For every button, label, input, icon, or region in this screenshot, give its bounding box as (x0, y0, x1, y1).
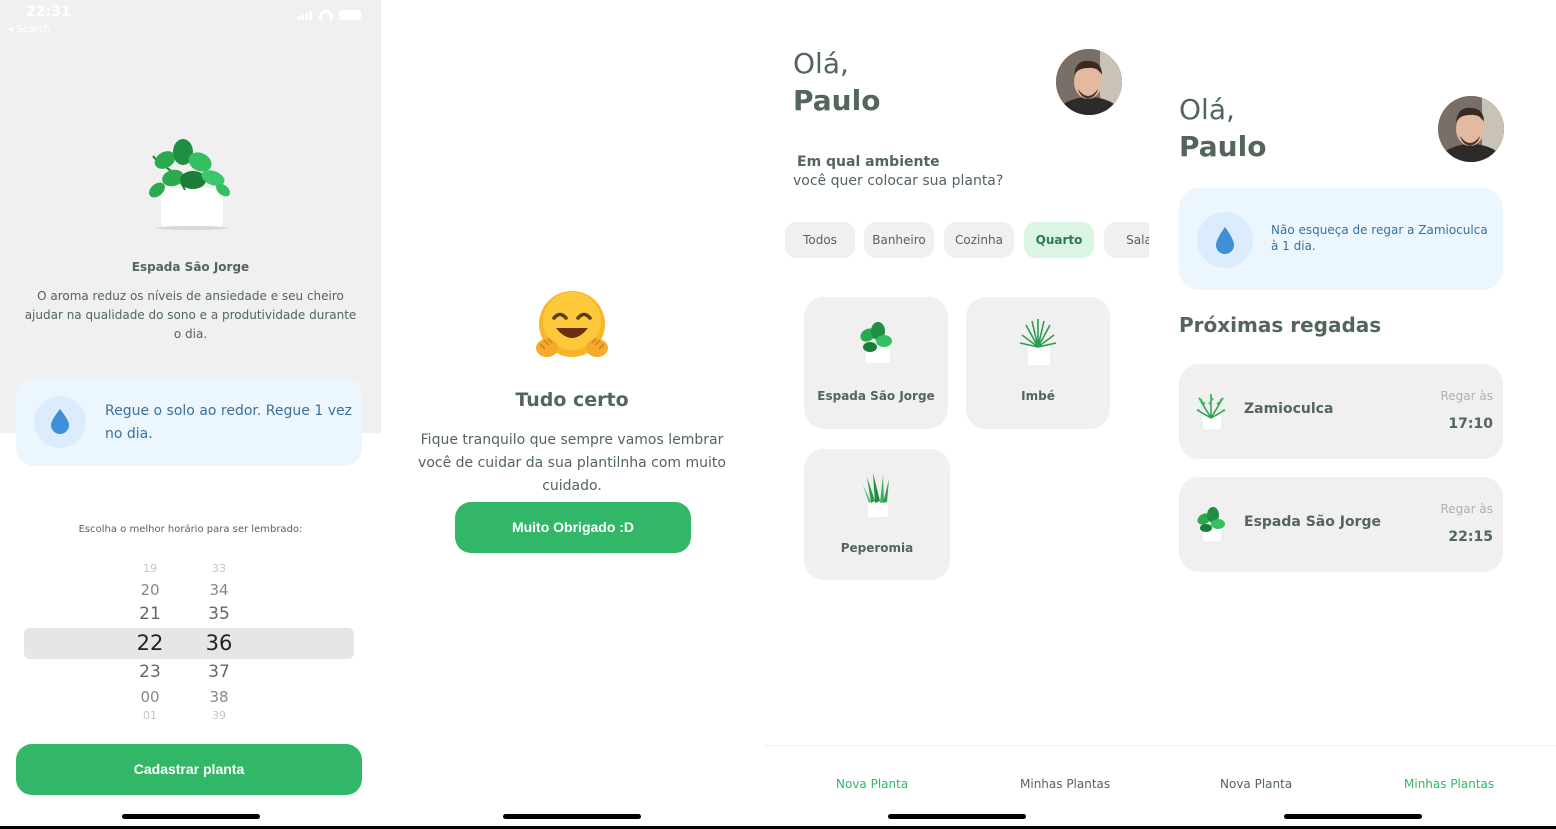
status-bar: 22:31 ◂ Search (0, 0, 381, 40)
battery-icon (339, 10, 361, 20)
environment-question-title: Em qual ambiente (797, 154, 940, 170)
watering-time: 22:15 (1448, 529, 1493, 545)
back-to-search-link[interactable]: ◂ Search (8, 24, 51, 35)
status-icons (297, 10, 361, 20)
confirmation-title: Tudo certo (515, 389, 629, 411)
minute-option-selected[interactable]: 36 (194, 631, 244, 655)
tab-minhas-plantas[interactable]: Minhas Plantas (1404, 777, 1494, 791)
thank-you-button[interactable]: Muito Obrigado :D (455, 502, 691, 553)
hugging-face-emoji-icon (534, 288, 610, 364)
time-picker-selection (24, 628, 354, 659)
time-picker[interactable]: 19 20 21 22 23 00 01 33 34 35 36 37 38 3… (24, 558, 354, 724)
register-plant-button[interactable]: Cadastrar planta (16, 744, 362, 795)
hour-option[interactable]: 00 (125, 688, 175, 706)
environment-chip-quarto[interactable]: Quarto (1024, 222, 1094, 258)
minute-option[interactable]: 35 (194, 604, 244, 624)
pothos-plant-icon (145, 138, 235, 233)
home-indicator (121, 814, 260, 819)
minute-option[interactable]: 34 (194, 581, 244, 599)
confirmation-screen: Tudo certo Fique tranquilo que sempre va… (384, 0, 760, 826)
environment-question-subtitle: você quer colocar sua planta? (793, 173, 1004, 189)
confirmation-message: Fique tranquilo que sempre vamos lembrar… (418, 432, 726, 494)
home-indicator (1283, 814, 1422, 819)
environment-chip-todos[interactable]: Todos (785, 222, 855, 258)
water-tip-card: Regue o solo ao redor. Regue 1 vez no di… (16, 378, 362, 466)
plant-name: Espada São Jorge (131, 260, 250, 274)
upcoming-waterings-title: Próximas regadas (1179, 313, 1382, 337)
water-drop-icon (1216, 227, 1234, 254)
my-plants-screen: Olá, Paulo Não esqueça de regar a Zamioc… (1149, 0, 1556, 826)
environment-chip-cozinha[interactable]: Cozinha (944, 222, 1014, 258)
greeting-text: Olá, (793, 47, 849, 80)
plant-card-name: Espada São Jorge (817, 389, 935, 403)
watering-reminder-card: Não esqueça de regar a Zamioculca à 1 di… (1179, 188, 1503, 290)
watering-card[interactable]: Zamioculca Regar às 17:10 (1179, 364, 1503, 459)
watering-card[interactable]: Espada São Jorge Regar às 22:15 (1179, 477, 1503, 572)
minute-option[interactable]: 38 (194, 688, 244, 706)
tab-minhas-plantas[interactable]: Minhas Plantas (1020, 777, 1110, 791)
avatar[interactable] (1056, 49, 1122, 115)
tab-nova-planta[interactable]: Nova Planta (836, 777, 908, 791)
user-name: Paulo (793, 84, 881, 117)
watering-time: 17:10 (1448, 416, 1493, 432)
environment-chip-sala[interactable]: Sala (1104, 222, 1149, 258)
avatar[interactable] (1438, 96, 1504, 162)
environment-chip-banheiro[interactable]: Banheiro (864, 222, 934, 258)
plant-card[interactable]: Imbé (966, 297, 1110, 429)
hour-option[interactable]: 21 (125, 604, 175, 624)
water-drop-badge (34, 396, 86, 448)
greeting-text: Olá, (1179, 93, 1235, 126)
minute-option[interactable]: 39 (194, 709, 244, 722)
minute-option[interactable]: 37 (194, 662, 244, 682)
minute-option[interactable]: 33 (194, 562, 244, 575)
time-picker-label: Escolha o melhor horário para ser lembra… (78, 524, 303, 535)
hour-option[interactable]: 19 (125, 562, 175, 575)
status-time: 22:31 (26, 4, 71, 20)
spider-plant-icon (1016, 319, 1060, 367)
watering-label: Regar às (1440, 502, 1493, 516)
snake-plant-icon (855, 471, 899, 519)
plant-card-name: Imbé (1021, 389, 1055, 403)
hour-option[interactable]: 20 (125, 581, 175, 599)
plant-card[interactable]: Peperomia (804, 449, 950, 580)
water-tip-text: Regue o solo ao redor. Regue 1 vez no di… (105, 403, 352, 442)
hour-option[interactable]: 01 (125, 709, 175, 722)
environment-filter-list: Todos Banheiro Cozinha Quarto Sala (785, 222, 1149, 260)
hour-option[interactable]: 23 (125, 662, 175, 682)
user-name: Paulo (1179, 130, 1267, 163)
water-drop-icon (51, 409, 69, 434)
pothos-plant-icon (1193, 505, 1229, 543)
watering-reminder-text: Não esqueça de regar a Zamioculca à 1 di… (1271, 223, 1488, 253)
signal-icon (297, 10, 313, 20)
plant-card[interactable]: Espada São Jorge (804, 297, 948, 429)
home-indicator (503, 814, 641, 819)
plant-card-name: Peperomia (840, 541, 914, 555)
zamioculca-plant-icon (1193, 392, 1229, 430)
home-indicator (888, 814, 1026, 819)
new-plant-screen: Olá, Paulo Em qual ambiente você quer co… (765, 0, 1149, 826)
watering-plant-name: Espada São Jorge (1244, 514, 1381, 530)
watering-plant-name: Zamioculca (1244, 401, 1334, 417)
tab-nova-planta[interactable]: Nova Planta (1220, 777, 1292, 791)
water-drop-badge (1197, 212, 1253, 268)
pothos-plant-icon (854, 319, 898, 367)
wifi-icon (319, 10, 333, 20)
watering-label: Regar às (1440, 389, 1493, 403)
plant-description: O aroma reduz os níveis de ansiedade e s… (24, 289, 357, 341)
plant-save-screen: 22:31 ◂ Search Espada São Jorge O aroma … (0, 0, 381, 826)
hour-option-selected[interactable]: 22 (125, 631, 175, 655)
